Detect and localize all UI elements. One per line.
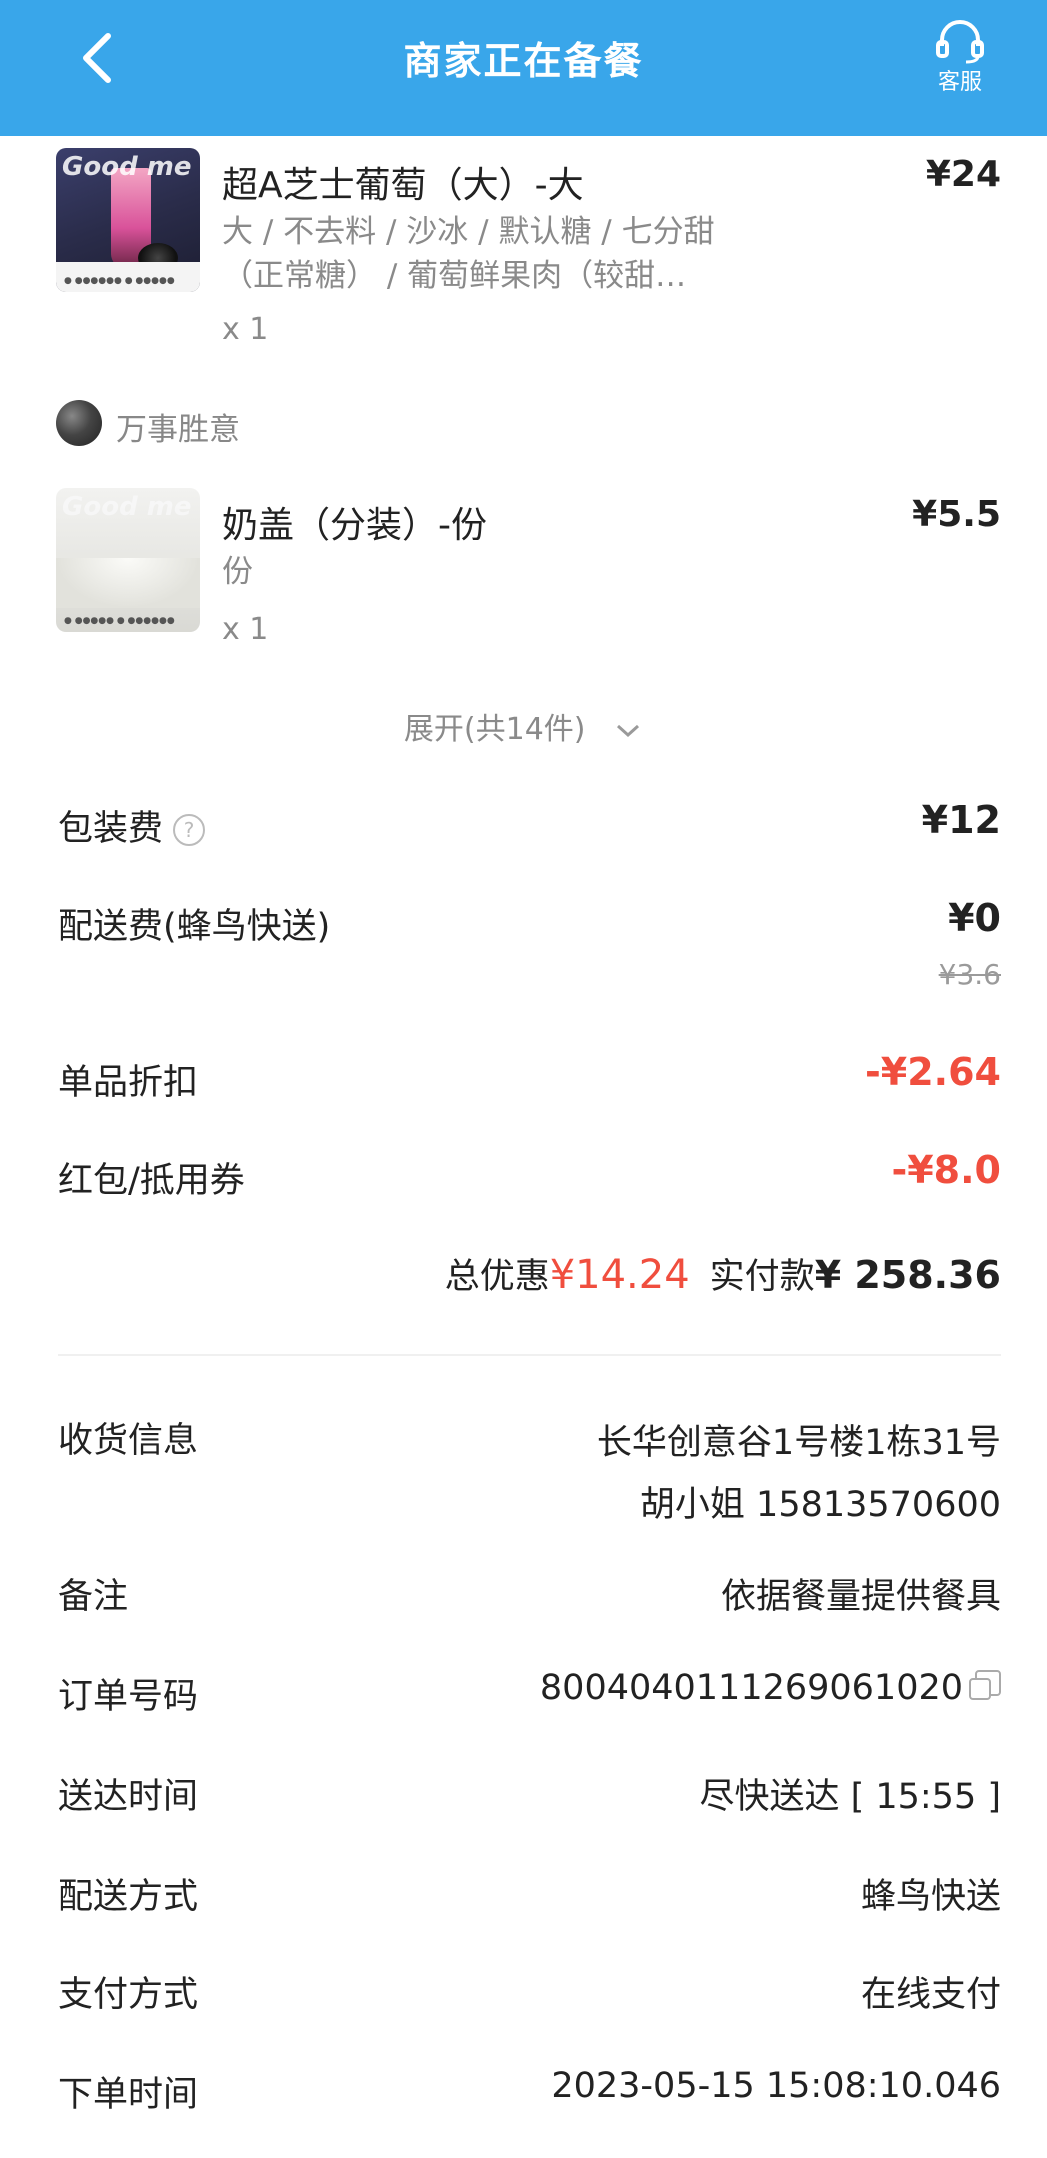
delivery-fee-label: 配送费(蜂鸟快送) [58, 907, 331, 947]
item-discount-value: -¥2.64 [865, 1050, 1001, 1094]
delivery-method-label: 配送方式 [58, 1877, 199, 1917]
remark-label: 备注 [58, 1577, 129, 1617]
order-number-value: 8004040111269061020 [540, 1668, 1001, 1708]
expand-label: 展开(共14件) [403, 712, 586, 747]
item-discount-label: 单品折扣 [58, 1063, 199, 1103]
paid-value: ¥ 258.36 [814, 1253, 1001, 1297]
total-discount-label: 总优惠 [444, 1257, 550, 1297]
packaging-fee-value: ¥12 [921, 798, 1001, 842]
delivery-method-value: 蜂鸟快送 [860, 1877, 1001, 1917]
address-line: 长华创意谷1号楼1栋31号 [596, 1423, 1001, 1463]
shop-name: 万事胜意 [116, 412, 240, 448]
coupon-value: -¥8.0 [891, 1148, 1001, 1192]
image-caption-dots: ● ●●●●●● ● ●●●●● [64, 276, 175, 286]
payment-method-label: 支付方式 [58, 1975, 199, 2015]
item-spec: 大 / 不去料 / 沙冰 / 默认糖 / 七分甜（正常糖） / 葡萄鲜果肉（较甜… [222, 214, 715, 294]
item-quantity: x 1 [222, 312, 269, 347]
headset-icon [936, 20, 984, 64]
item-name: 超A芝士葡萄（大）-大 [222, 165, 584, 206]
remark-value: 依据餐量提供餐具 [720, 1577, 1001, 1617]
paid-label: 实付款 [709, 1257, 815, 1297]
payment-method-value: 在线支付 [860, 1975, 1001, 2015]
product-image[interactable]: Good me ● ●●●●●● ● ●●●●● [56, 148, 200, 292]
item-spec: 份 [222, 554, 253, 590]
customer-service-button[interactable]: 客服 [920, 18, 1000, 98]
address-value: 长华创意谷1号楼1栋31号 胡小姐 15813570600 [597, 1412, 1001, 1536]
brand-watermark: Good me [62, 152, 192, 182]
customer-service-label: 客服 [937, 70, 982, 95]
brand-watermark: Good me [62, 492, 192, 522]
order-number-label: 订单号码 [58, 1677, 199, 1717]
delivery-fee-original: ¥3.6 [938, 958, 1001, 991]
divider [58, 1354, 1001, 1356]
page-title: 商家正在备餐 [403, 39, 644, 83]
item-quantity: x 1 [222, 612, 269, 647]
chevron-down-icon [617, 724, 640, 737]
question-icon[interactable]: ? [173, 814, 206, 846]
product-image[interactable]: Good me ● ●●●●● ● ●●●●●● [56, 488, 200, 632]
expand-items-button[interactable]: 展开(共14件) [0, 704, 1047, 748]
item-price: ¥24 [925, 154, 1001, 195]
avatar [56, 400, 102, 446]
order-number: 8004040111269061020 [539, 1668, 963, 1708]
total-discount-value: ¥14.24 [549, 1252, 690, 1298]
delivery-fee-value: ¥0 [948, 896, 1001, 940]
address-label: 收货信息 [58, 1421, 199, 1461]
delivery-time-label: 送达时间 [58, 1777, 199, 1817]
packaging-fee-text: 包装费 [58, 809, 164, 849]
order-time-value: 2023-05-15 15:08:10.046 [551, 2066, 1001, 2106]
item-price: ¥5.5 [912, 494, 1001, 535]
packaging-fee-label: 包装费? [58, 800, 206, 851]
contact-line: 胡小姐 15813570600 [639, 1485, 1001, 1525]
delivery-time-value: 尽快送达 [ 15:55 ] [699, 1777, 1001, 1817]
order-total-row: 总优惠¥14.24 实付款¥ 258.36 [445, 1248, 1001, 1299]
order-time-label: 下单时间 [58, 2075, 199, 2115]
top-bar: 商家正在备餐 客服 [0, 0, 1047, 136]
image-caption-dots: ● ●●●●● ● ●●●●●● [64, 616, 175, 626]
milk-foam-shape [56, 558, 200, 608]
item-name: 奶盖（分装）-份 [222, 505, 487, 546]
coupon-label: 红包/抵用券 [58, 1161, 245, 1201]
copy-icon[interactable] [969, 1670, 1001, 1700]
